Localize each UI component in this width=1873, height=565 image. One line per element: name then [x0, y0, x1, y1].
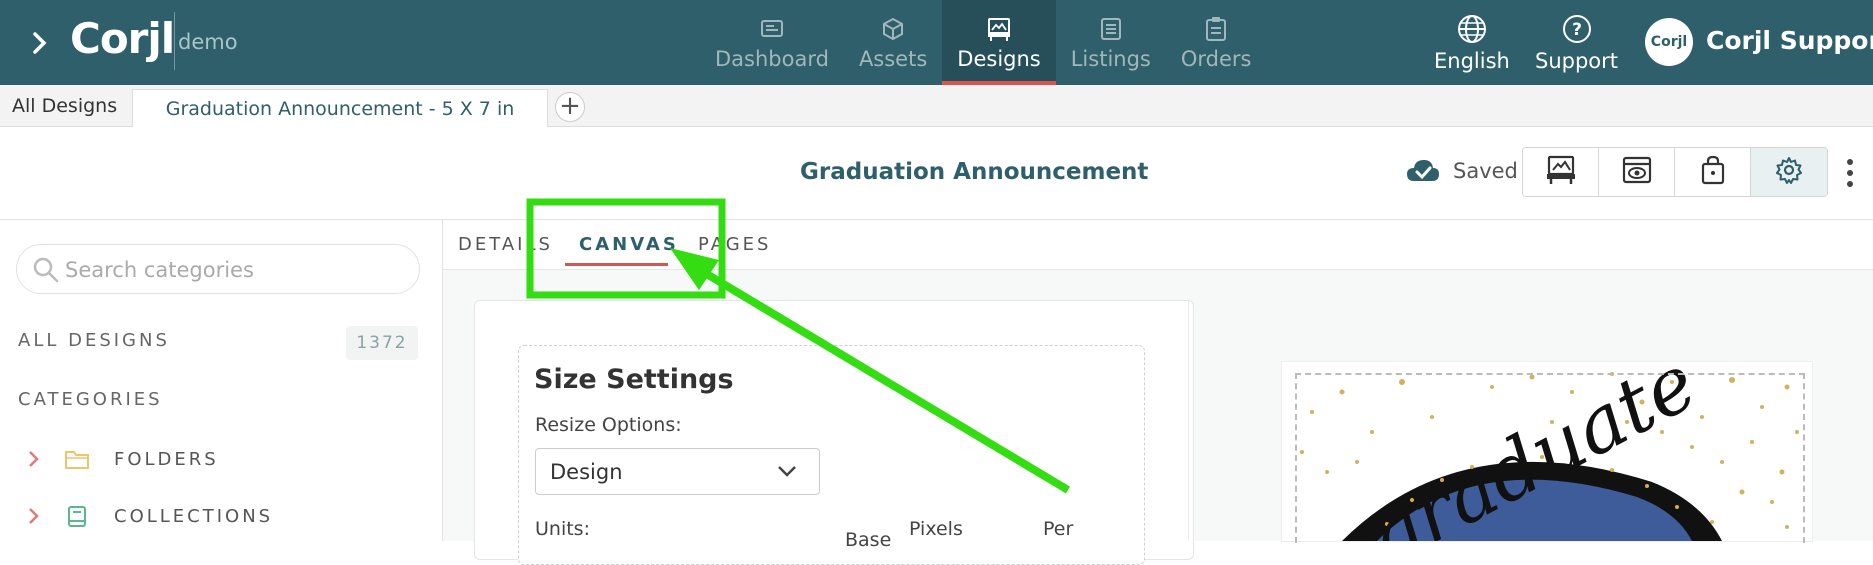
shopping-bag-icon: [1701, 155, 1725, 189]
add-tab-button[interactable]: +: [555, 92, 585, 122]
sidebar-item-folders[interactable]: FOLDERS: [26, 444, 219, 474]
per-column-label: Per: [1043, 518, 1074, 540]
nav-designs[interactable]: Designs: [942, 0, 1057, 85]
save-status: Saved: [1405, 157, 1518, 185]
editor-button[interactable]: [1523, 148, 1599, 196]
search-input[interactable]: [65, 253, 405, 287]
settings-button[interactable]: [1751, 148, 1827, 196]
search-icon: [33, 257, 59, 283]
nav-label: Orders: [1180, 46, 1252, 71]
search-box: [16, 244, 420, 294]
nav-dashboard[interactable]: Dashboard: [700, 0, 844, 85]
preview-button[interactable]: [1599, 148, 1675, 196]
resize-options-select[interactable]: Design: [535, 448, 820, 495]
more-options-icon[interactable]: [1846, 159, 1854, 187]
logo-divider: [174, 12, 175, 70]
help-icon: ?: [1561, 13, 1593, 45]
chevron-right-icon[interactable]: [26, 449, 42, 469]
active-tab-indicator: [565, 263, 668, 266]
browser-eye-icon: [1622, 156, 1652, 188]
logo-subtitle: demo: [178, 30, 238, 54]
nav-label: Listings: [1070, 46, 1151, 71]
pixels-column-label: Pixels: [909, 518, 963, 540]
book-icon: [64, 505, 90, 527]
gear-icon: [1775, 156, 1803, 188]
globe-icon: [1456, 13, 1488, 45]
saved-label: Saved: [1453, 159, 1518, 183]
shop-button[interactable]: [1675, 148, 1751, 196]
bleed-guide: [1295, 373, 1805, 543]
tab-pages[interactable]: PAGES: [698, 234, 771, 255]
sidebar-item-collections[interactable]: COLLECTIONS: [26, 501, 273, 531]
design-toolbar: [1522, 147, 1828, 197]
top-navigation-bar: Corjl demo Dashboard Assets Designs List: [0, 0, 1873, 85]
sidebar-item-label: COLLECTIONS: [114, 505, 274, 527]
units-label: Units:: [535, 518, 590, 540]
tab-details[interactable]: DETAILS: [458, 234, 553, 255]
document-tab-bar: All Designs Graduation Announcement - 5 …: [0, 85, 1873, 128]
design-header: Graduation Announcement Saved: [0, 127, 1873, 220]
size-settings-title: Size Settings: [534, 364, 734, 395]
resize-selected-value: Design: [550, 460, 623, 484]
chevron-right-icon[interactable]: [28, 26, 56, 58]
main-nav: Dashboard Assets Designs Listings Orders: [700, 0, 1266, 85]
categories-heading: CATEGORIES: [18, 389, 163, 410]
tab-canvas[interactable]: CANVAS: [579, 234, 679, 255]
listings-icon: [1098, 15, 1124, 43]
nav-assets[interactable]: Assets: [844, 0, 942, 85]
designs-count-badge: 1372: [346, 326, 418, 360]
category-sidebar: ALL DESIGNS 1372 CATEGORIES FOLDERS COLL…: [0, 220, 443, 541]
dashboard-icon: [759, 15, 785, 43]
nav-listings[interactable]: Listings: [1056, 0, 1166, 85]
all-designs-link[interactable]: ALL DESIGNS: [18, 330, 170, 351]
nav-label: Designs: [957, 46, 1041, 71]
avatar[interactable]: Corjl: [1645, 18, 1693, 66]
chevron-right-icon[interactable]: [26, 506, 42, 526]
nav-label: Assets: [858, 46, 928, 71]
support-link[interactable]: ? Support: [1535, 0, 1618, 85]
nav-orders[interactable]: Orders: [1166, 0, 1267, 85]
chevron-down-icon: [776, 463, 798, 479]
designs-icon: [1545, 155, 1577, 189]
base-column-label: Base: [845, 529, 892, 551]
language-selector[interactable]: English: [1434, 0, 1510, 85]
cube-icon: [880, 15, 906, 43]
page-title: Graduation Announcement: [800, 159, 1149, 185]
nav-label: Dashboard: [715, 46, 829, 71]
clipboard-icon: [1203, 15, 1229, 43]
user-menu[interactable]: Corjl Support: [1706, 26, 1873, 55]
support-label: Support: [1535, 48, 1619, 73]
resize-options-label: Resize Options:: [535, 414, 682, 436]
sidebar-item-label: FOLDERS: [114, 448, 219, 470]
tab-current-design[interactable]: Graduation Announcement - 5 X 7 in: [132, 89, 548, 128]
tab-all-designs[interactable]: All Designs: [0, 85, 129, 127]
language-label: English: [1434, 48, 1510, 73]
preview-divider: [1188, 300, 1189, 541]
folder-icon: [64, 448, 90, 470]
designs-icon: [986, 15, 1012, 43]
cloud-check-icon: [1405, 157, 1441, 185]
corjl-logo[interactable]: Corjl: [70, 14, 175, 63]
svg-text:?: ?: [1572, 20, 1582, 40]
